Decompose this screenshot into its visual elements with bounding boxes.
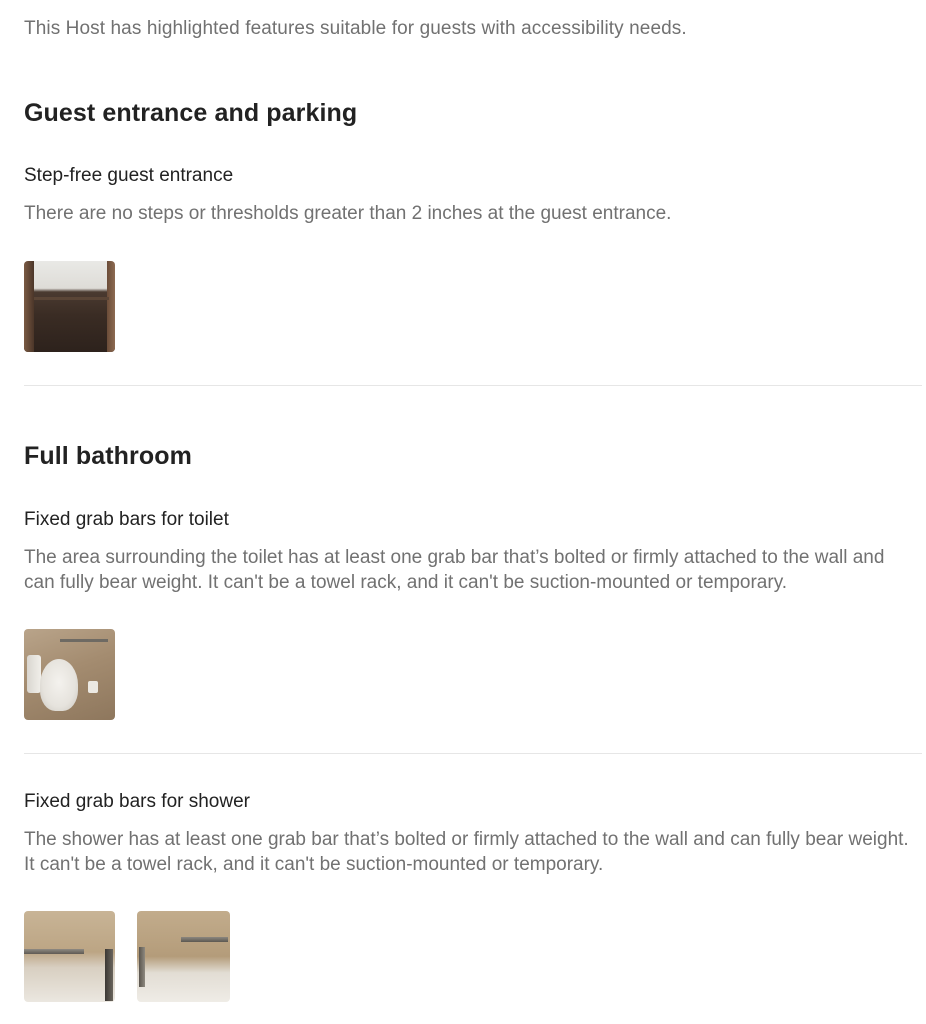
feature-description-shower-grab-bars: The shower has at least one grab bar tha… (24, 829, 909, 875)
photo-detail (139, 947, 145, 987)
feature-description-step-free-entrance: There are no steps or thresholds greater… (24, 203, 672, 224)
photo-detail (107, 261, 115, 352)
section-divider (24, 385, 922, 386)
photo-detail (24, 261, 34, 352)
photo-detail (105, 949, 113, 1001)
photo-detail (40, 659, 78, 711)
shower-photo-thumbnail-2[interactable] (137, 911, 230, 1002)
photo-detail (88, 681, 98, 693)
feature-title-toilet-grab-bars: Fixed grab bars for toilet (24, 509, 229, 530)
feature-divider (24, 753, 922, 754)
entrance-photo-thumbnail[interactable] (24, 261, 115, 352)
toilet-photo-thumbnail[interactable] (24, 629, 115, 720)
photo-detail (60, 639, 108, 642)
photo-detail (24, 949, 84, 954)
section-title-guest-entrance: Guest entrance and parking (24, 99, 358, 127)
photo-detail (34, 297, 109, 300)
feature-title-step-free-entrance: Step-free guest entrance (24, 165, 234, 186)
photo-detail (181, 937, 228, 942)
shower-photo-thumbnail-1[interactable] (24, 911, 115, 1002)
photo-detail (27, 655, 41, 693)
feature-title-shower-grab-bars: Fixed grab bars for shower (24, 791, 250, 812)
intro-text: This Host has highlighted features suita… (24, 18, 687, 39)
section-title-full-bathroom: Full bathroom (24, 442, 192, 470)
feature-description-toilet-grab-bars: The area surrounding the toilet has at l… (24, 547, 885, 593)
